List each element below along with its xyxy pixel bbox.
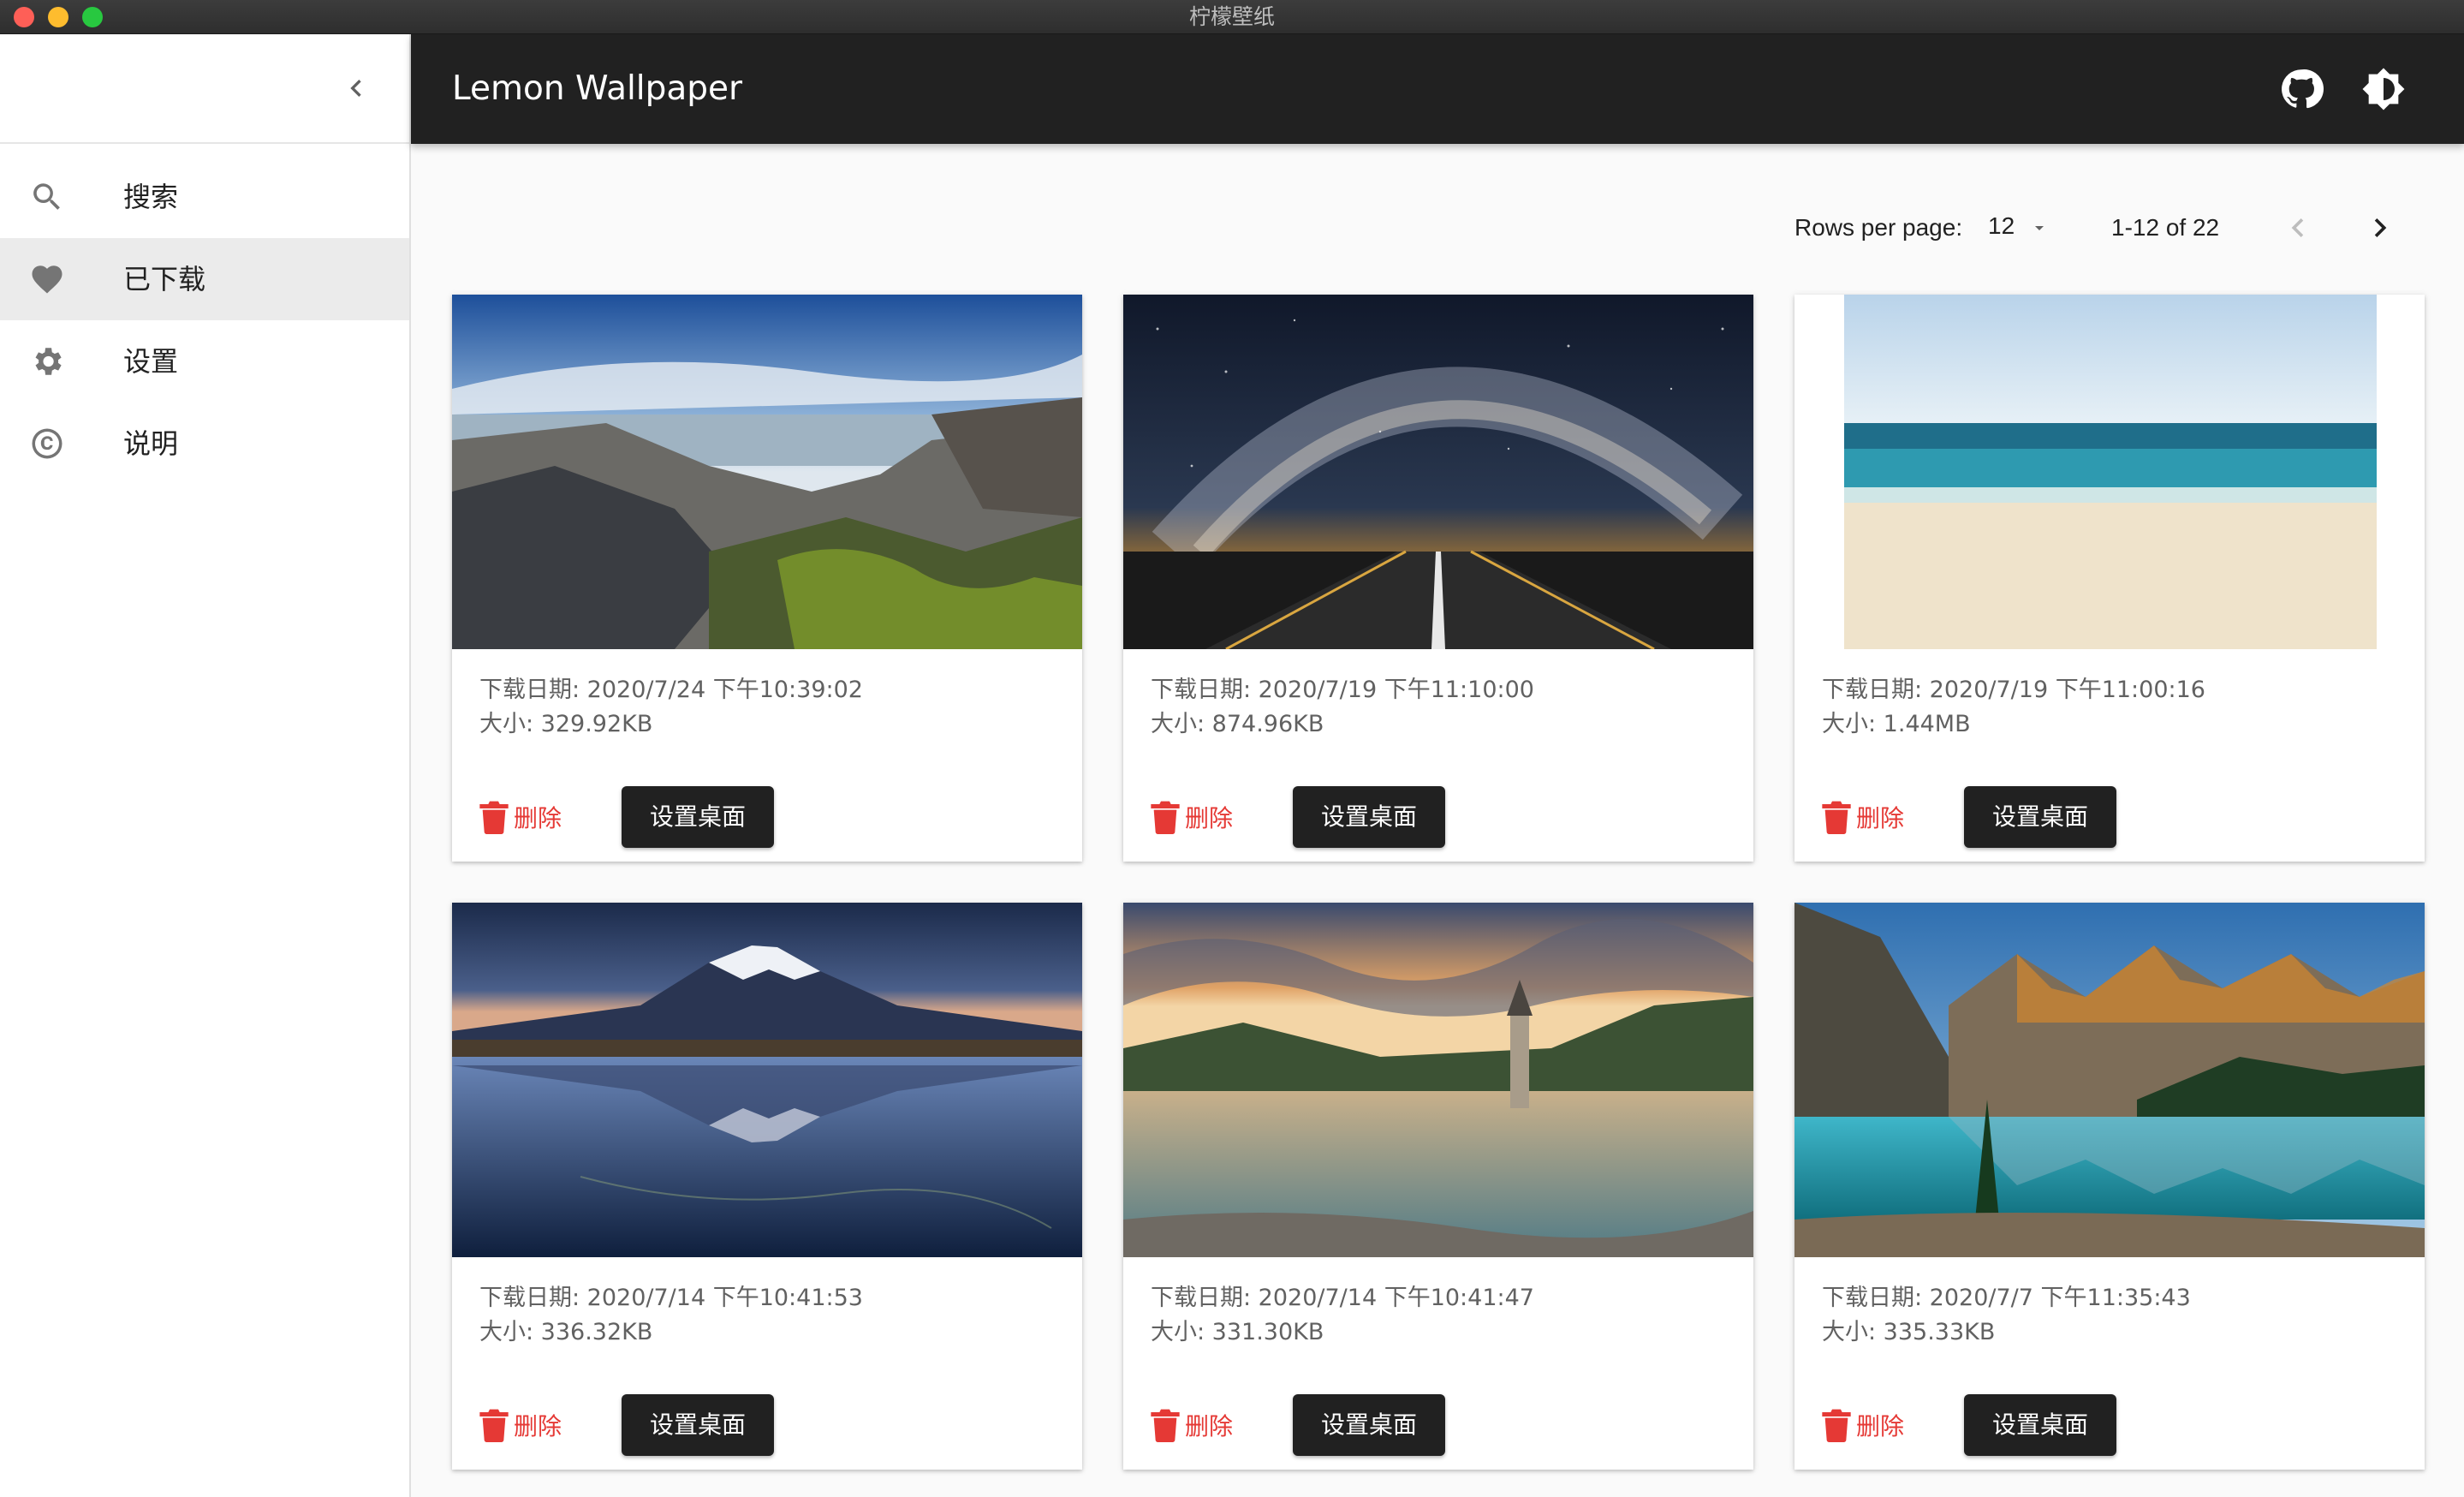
- file-size: 大小: 1.44MB: [1822, 711, 1971, 737]
- card-info: 下载日期: 2020/7/14 下午10:41:47 大小: 331.30KB: [1151, 1281, 1534, 1350]
- delete-label: 删除: [1185, 804, 1234, 832]
- download-date: 下载日期: 2020/7/14 下午10:41:47: [1151, 1285, 1534, 1311]
- window-title: 柠檬壁纸: [1188, 4, 1275, 29]
- github-button[interactable]: [2279, 67, 2324, 111]
- wallpaper-card: 下载日期: 2020/7/7 下午11:35:43 大小: 335.33KB 删…: [1794, 903, 2425, 1470]
- set-wallpaper-button[interactable]: 设置桌面: [1293, 786, 1445, 848]
- delete-button[interactable]: 删除: [1822, 1394, 1904, 1456]
- card-info: 下载日期: 2020/7/19 下午11:00:16 大小: 1.44MB: [1822, 673, 2205, 742]
- sidebar-header: [0, 34, 409, 144]
- window-titlebar: 柠檬壁纸: [0, 0, 2464, 34]
- chevron-right-icon: [2374, 218, 2387, 237]
- wallpaper-image[interactable]: [1794, 903, 2425, 1257]
- pagination: Rows per page: 12 1-12 of 22: [0, 202, 2464, 253]
- card-info: 下载日期: 2020/7/24 下午10:39:02 大小: 329.92KB: [479, 673, 863, 742]
- download-date: 下载日期: 2020/7/24 下午10:39:02: [479, 677, 863, 703]
- collapse-sidebar-button[interactable]: [339, 69, 373, 108]
- trash-icon: [1151, 801, 1180, 834]
- trash-icon: [479, 1409, 509, 1442]
- caret-down-icon: [2035, 226, 2044, 230]
- card-actions: 删除 设置桌面: [1822, 1394, 2404, 1456]
- card-actions: 删除 设置桌面: [479, 1394, 1062, 1456]
- wallpaper-card: 下载日期: 2020/7/14 下午10:41:47 大小: 331.30KB …: [1123, 903, 1753, 1470]
- next-page-button[interactable]: [2361, 209, 2399, 247]
- card-actions: 删除 设置桌面: [1822, 786, 2404, 848]
- wallpaper-card: 下载日期: 2020/7/19 下午11:10:00 大小: 874.96KB …: [1123, 295, 1753, 862]
- brightness-icon: [2362, 68, 2405, 110]
- set-wallpaper-button[interactable]: 设置桌面: [622, 1394, 774, 1456]
- wallpaper-card: 下载日期: 2020/7/14 下午10:41:53 大小: 336.32KB …: [452, 903, 1082, 1470]
- wallpaper-image[interactable]: [1794, 295, 2425, 649]
- wallpaper-card: 下载日期: 2020/7/24 下午10:39:02 大小: 329.92KB …: [452, 295, 1082, 862]
- delete-button[interactable]: 删除: [479, 1394, 562, 1456]
- sidebar-item-settings[interactable]: 设置: [0, 320, 409, 403]
- file-size: 大小: 331.30KB: [1151, 1319, 1324, 1345]
- delete-button[interactable]: 删除: [1151, 1394, 1233, 1456]
- download-date: 下载日期: 2020/7/7 下午11:35:43: [1822, 1285, 2191, 1311]
- delete-label: 删除: [1856, 804, 1905, 832]
- download-date: 下载日期: 2020/7/19 下午11:00:16: [1822, 677, 2205, 703]
- chevron-left-icon: [2291, 218, 2304, 237]
- app-bar: Lemon Wallpaper: [411, 34, 2464, 144]
- file-size: 大小: 335.33KB: [1822, 1319, 1996, 1345]
- delete-button[interactable]: 删除: [479, 786, 562, 848]
- sidebar-nav: 搜索 已下载 设置 说明: [0, 144, 409, 485]
- download-date: 下载日期: 2020/7/14 下午10:41:53: [479, 1285, 863, 1311]
- wallpaper-image[interactable]: [452, 903, 1082, 1257]
- trash-icon: [1151, 1409, 1180, 1442]
- wallpaper-image[interactable]: [1123, 295, 1753, 649]
- delete-button[interactable]: 删除: [1822, 786, 1904, 848]
- rows-per-page-label: Rows per page:: [1794, 214, 1963, 241]
- card-actions: 删除 设置桌面: [479, 786, 1062, 848]
- file-size: 大小: 874.96KB: [1151, 711, 1324, 737]
- previous-page-button[interactable]: [2279, 209, 2317, 247]
- card-info: 下载日期: 2020/7/7 下午11:35:43 大小: 335.33KB: [1822, 1281, 2191, 1350]
- sidebar-item-label: 设置: [123, 345, 179, 378]
- set-wallpaper-button[interactable]: 设置桌面: [1964, 786, 2116, 848]
- trash-icon: [1822, 801, 1851, 834]
- heart-icon: [29, 261, 65, 297]
- sidebar: 搜索 已下载 设置 说明: [0, 34, 411, 1497]
- trash-icon: [1822, 1409, 1851, 1442]
- delete-label: 删除: [514, 804, 562, 832]
- copyright-icon: [29, 426, 65, 462]
- theme-toggle-button[interactable]: [2361, 67, 2406, 111]
- sidebar-item-about[interactable]: 说明: [0, 403, 409, 485]
- card-info: 下载日期: 2020/7/14 下午10:41:53 大小: 336.32KB: [479, 1281, 863, 1350]
- app-title: Lemon Wallpaper: [452, 69, 743, 108]
- delete-label: 删除: [514, 1412, 562, 1440]
- wallpaper-image[interactable]: [452, 295, 1082, 649]
- trash-icon: [479, 801, 509, 834]
- file-size: 大小: 329.92KB: [479, 711, 653, 737]
- gear-icon: [29, 343, 65, 379]
- card-actions: 删除 设置桌面: [1151, 786, 1733, 848]
- rows-per-page-select[interactable]: 12: [1988, 202, 2060, 253]
- download-date: 下载日期: 2020/7/19 下午11:10:00: [1151, 677, 1534, 703]
- page-range: 1-12 of 22: [2111, 214, 2220, 241]
- delete-label: 删除: [1185, 1412, 1234, 1440]
- github-icon: [2282, 69, 2324, 109]
- card-actions: 删除 设置桌面: [1151, 1394, 1733, 1456]
- sidebar-item-label: 说明: [123, 427, 179, 460]
- chevron-left-icon: [350, 80, 361, 97]
- delete-button[interactable]: 删除: [1151, 786, 1233, 848]
- wallpaper-card: 下载日期: 2020/7/19 下午11:00:16 大小: 1.44MB 删除…: [1794, 295, 2425, 862]
- delete-label: 删除: [1856, 1412, 1905, 1440]
- wallpaper-image[interactable]: [1123, 903, 1753, 1257]
- rows-per-page-value: 12: [1988, 212, 2015, 239]
- set-wallpaper-button[interactable]: 设置桌面: [622, 786, 774, 848]
- set-wallpaper-button[interactable]: 设置桌面: [1964, 1394, 2116, 1456]
- file-size: 大小: 336.32KB: [479, 1319, 653, 1345]
- card-info: 下载日期: 2020/7/19 下午11:10:00 大小: 874.96KB: [1151, 673, 1534, 742]
- set-wallpaper-button[interactable]: 设置桌面: [1293, 1394, 1445, 1456]
